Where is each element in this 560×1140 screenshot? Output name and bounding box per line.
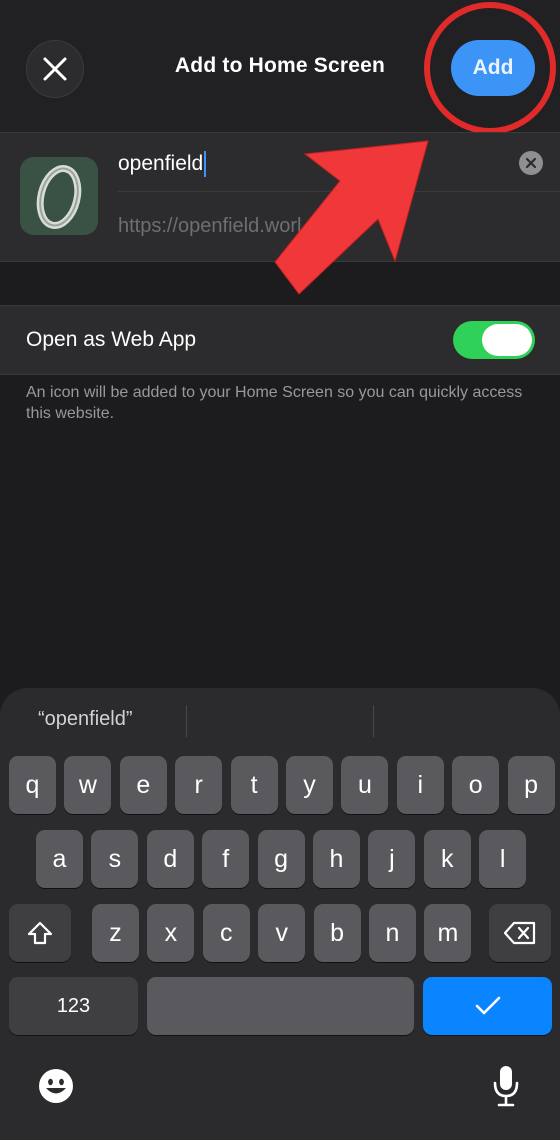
app-logo-icon xyxy=(20,157,98,235)
key-e[interactable]: e xyxy=(119,756,167,814)
emoji-icon xyxy=(39,1069,73,1103)
checkmark-icon xyxy=(475,996,500,1015)
clear-icon xyxy=(525,157,537,169)
key-t[interactable]: t xyxy=(230,756,278,814)
key-s[interactable]: s xyxy=(91,830,139,888)
dictation-button[interactable] xyxy=(490,1064,522,1108)
url-text: https://openfield.worl xyxy=(118,215,302,237)
key-w[interactable]: w xyxy=(64,756,112,814)
name-input-value: openfield xyxy=(118,152,204,175)
annotation-circle xyxy=(424,2,556,134)
toggle-knob xyxy=(482,324,532,356)
key-n[interactable]: n xyxy=(369,904,416,962)
key-y[interactable]: y xyxy=(286,756,333,814)
emoji-button[interactable] xyxy=(36,1066,76,1106)
key-z[interactable]: z xyxy=(92,904,139,962)
key-d[interactable]: d xyxy=(146,830,194,888)
web-app-row: Open as Web App xyxy=(0,305,560,375)
web-app-description: An icon will be added to your Home Scree… xyxy=(26,384,523,422)
key-r[interactable]: r xyxy=(175,756,223,814)
microphone-icon xyxy=(493,1066,519,1107)
key-o[interactable]: o xyxy=(452,756,500,814)
key-c[interactable]: c xyxy=(202,904,250,962)
key-g[interactable]: g xyxy=(257,830,305,888)
key-i[interactable]: i xyxy=(396,756,444,814)
name-input[interactable]: openfield xyxy=(118,149,448,179)
suggestion-item[interactable]: “openfield” xyxy=(38,708,133,731)
field-divider xyxy=(118,191,560,192)
web-app-label: Open as Web App xyxy=(26,328,197,351)
key-u[interactable]: u xyxy=(341,756,389,814)
numbers-key[interactable]: 123 xyxy=(9,977,138,1035)
key-x[interactable]: x xyxy=(147,904,195,962)
delete-key[interactable] xyxy=(489,904,551,962)
key-v[interactable]: v xyxy=(258,904,306,962)
key-q[interactable]: q xyxy=(9,756,56,814)
key-j[interactable]: j xyxy=(368,830,416,888)
done-key[interactable] xyxy=(423,977,552,1035)
shift-key[interactable] xyxy=(9,904,71,962)
add-to-home-screen-sheet: Add to Home Screen Add openfield https:/… xyxy=(0,0,560,1140)
key-f[interactable]: f xyxy=(202,830,250,888)
space-key[interactable] xyxy=(147,977,414,1035)
backspace-icon xyxy=(504,921,536,945)
suggestion-divider xyxy=(186,705,187,737)
clear-text-button[interactable] xyxy=(519,151,543,175)
web-app-toggle[interactable] xyxy=(453,321,535,359)
suggestion-divider xyxy=(373,705,374,737)
text-caret xyxy=(204,151,207,177)
key-k[interactable]: k xyxy=(423,830,471,888)
key-p[interactable]: p xyxy=(507,756,555,814)
key-m[interactable]: m xyxy=(424,904,472,962)
shift-icon xyxy=(27,921,53,945)
key-h[interactable]: h xyxy=(313,830,360,888)
key-a[interactable]: a xyxy=(36,830,83,888)
app-icon xyxy=(20,157,98,235)
keyboard: “openfield” qwertyuiop asdfghjkl zxcvbnm… xyxy=(0,688,560,1140)
bookmark-card: openfield https://openfield.worl xyxy=(0,132,560,262)
key-b[interactable]: b xyxy=(313,904,361,962)
key-l[interactable]: l xyxy=(479,830,527,888)
